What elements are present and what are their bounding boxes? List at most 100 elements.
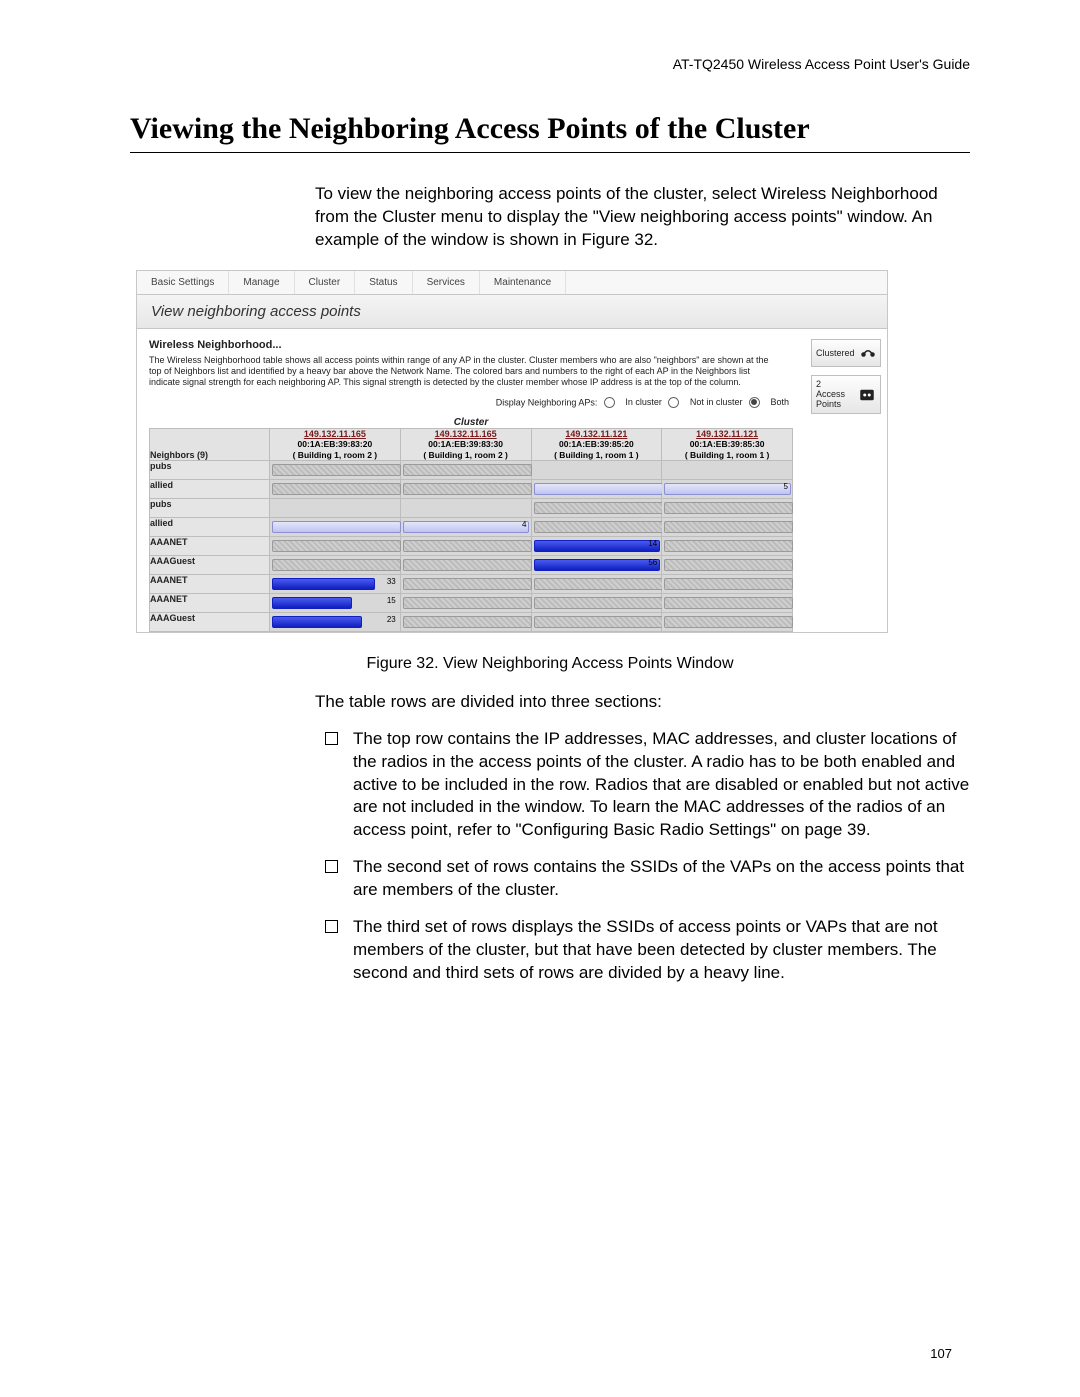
- signal-cell: [531, 460, 662, 479]
- signal-cell: [400, 460, 531, 479]
- signal-cell: [270, 460, 401, 479]
- table-row: allied 5: [150, 479, 793, 498]
- neighbor-ssid: allied: [150, 479, 270, 498]
- tab-status[interactable]: Status: [355, 271, 412, 294]
- signal-cell: [662, 498, 793, 517]
- signal-bar: [534, 540, 661, 552]
- signal-cell: [270, 555, 401, 574]
- window-title: View neighboring access points: [137, 295, 887, 329]
- cluster-col-3: 149.132.11.121 00:1A:EB:39:85:20 ( Build…: [531, 428, 662, 460]
- signal-bar: [534, 597, 663, 609]
- neighbor-ssid: AAANET: [150, 593, 270, 612]
- radio-not-in-cluster[interactable]: [668, 397, 679, 408]
- signal-cell: [400, 536, 531, 555]
- figure-caption: Figure 32. View Neighboring Access Point…: [130, 655, 970, 673]
- signal-cell: [400, 498, 531, 517]
- section-subhead: Wireless Neighborhood...: [149, 339, 793, 351]
- signal-bar: [664, 521, 793, 533]
- signal-cell: [531, 517, 662, 536]
- cluster-ip-link[interactable]: 149.132.11.165: [401, 429, 531, 440]
- tab-basic-settings[interactable]: Basic Settings: [137, 271, 229, 294]
- signal-bar: [664, 578, 793, 590]
- signal-cell: [531, 574, 662, 593]
- page-number: 107: [930, 1346, 952, 1361]
- signal-value: 14: [648, 539, 657, 548]
- signal-value: 4: [522, 520, 526, 529]
- radio-not-in-cluster-label[interactable]: Not in cluster: [690, 397, 743, 407]
- signal-value: 5: [784, 482, 788, 491]
- signal-cell: 15: [270, 593, 401, 612]
- signal-cell: 14: [531, 536, 662, 555]
- tab-services[interactable]: Services: [413, 271, 480, 294]
- signal-cell: [400, 479, 531, 498]
- body-intro: The table rows are divided into three se…: [315, 691, 970, 714]
- cluster-ip-link[interactable]: 149.132.11.121: [662, 429, 792, 440]
- signal-cell: [270, 479, 401, 498]
- table-row: allied4: [150, 517, 793, 536]
- signal-bar: [403, 483, 532, 495]
- cluster-heading: Cluster: [149, 417, 793, 428]
- signal-cell: 56: [531, 555, 662, 574]
- signal-value: 23: [387, 615, 396, 624]
- signal-bar: [403, 559, 532, 571]
- neighbor-ssid: AAAGuest: [150, 555, 270, 574]
- tab-manage[interactable]: Manage: [229, 271, 294, 294]
- signal-bar: [534, 578, 663, 590]
- signal-cell: [662, 460, 793, 479]
- radio-in-cluster[interactable]: [604, 397, 615, 408]
- signal-cell: [270, 498, 401, 517]
- signal-bar: [403, 521, 530, 533]
- signal-bar: [403, 597, 532, 609]
- badge-access-points[interactable]: 2 Access Points: [811, 375, 881, 415]
- tab-cluster[interactable]: Cluster: [295, 271, 356, 294]
- signal-value: 56: [648, 558, 657, 567]
- signal-bar: [272, 597, 352, 609]
- tab-maintenance[interactable]: Maintenance: [480, 271, 566, 294]
- signal-bar: [664, 540, 793, 552]
- badge-ap-text: 2 Access Points: [816, 380, 845, 410]
- list-item: The second set of rows contains the SSID…: [349, 856, 970, 902]
- cluster-icon: [859, 344, 877, 362]
- signal-cell: [400, 593, 531, 612]
- signal-cell: [662, 517, 793, 536]
- signal-bar: [403, 540, 532, 552]
- neighbor-ssid: AAAGuest: [150, 612, 270, 631]
- table-row: AAAGuest 56: [150, 555, 793, 574]
- neighbor-ssid: pubs: [150, 460, 270, 479]
- cluster-ip-link[interactable]: 149.132.11.121: [532, 429, 662, 440]
- access-points-icon: [858, 386, 876, 404]
- radio-both-label[interactable]: Both: [770, 397, 789, 407]
- cluster-col-2: 149.132.11.165 00:1A:EB:39:83:30 ( Build…: [400, 428, 531, 460]
- signal-bar: [272, 616, 362, 628]
- signal-bar: [664, 559, 793, 571]
- side-badges: Clustered 2 Access Points: [805, 329, 887, 632]
- signal-bar: [272, 521, 401, 533]
- signal-bar: [403, 616, 532, 628]
- signal-cell: [531, 479, 662, 498]
- signal-cell: [531, 498, 662, 517]
- signal-cell: 23: [270, 612, 401, 631]
- signal-value: 33: [387, 577, 396, 586]
- signal-cell: [662, 612, 793, 631]
- table-row: pubs: [150, 498, 793, 517]
- running-header: AT-TQ2450 Wireless Access Point User's G…: [130, 56, 970, 72]
- filter-row: Display Neighboring APs: In cluster Not …: [149, 395, 793, 415]
- table-row: AAANET33: [150, 574, 793, 593]
- signal-cell: 4: [400, 517, 531, 536]
- radio-in-cluster-label[interactable]: In cluster: [625, 397, 662, 407]
- list-item: The third set of rows displays the SSIDs…: [349, 916, 970, 985]
- signal-bar: [403, 464, 532, 476]
- table-row: AAAGuest 23: [150, 612, 793, 631]
- tab-bar: Basic Settings Manage Cluster Status Ser…: [137, 271, 887, 295]
- list-item: The top row contains the IP addresses, M…: [349, 728, 970, 843]
- signal-cell: [400, 555, 531, 574]
- signal-bar: [272, 559, 401, 571]
- radio-both[interactable]: [749, 397, 760, 408]
- signal-cell: [662, 574, 793, 593]
- screenshot-panel: Basic Settings Manage Cluster Status Ser…: [136, 270, 888, 633]
- signal-cell: 5: [662, 479, 793, 498]
- badge-clustered[interactable]: Clustered: [811, 339, 881, 367]
- signal-bar: [664, 483, 791, 495]
- cluster-ip-link[interactable]: 149.132.11.165: [270, 429, 400, 440]
- page-title: Viewing the Neighboring Access Points of…: [130, 112, 970, 153]
